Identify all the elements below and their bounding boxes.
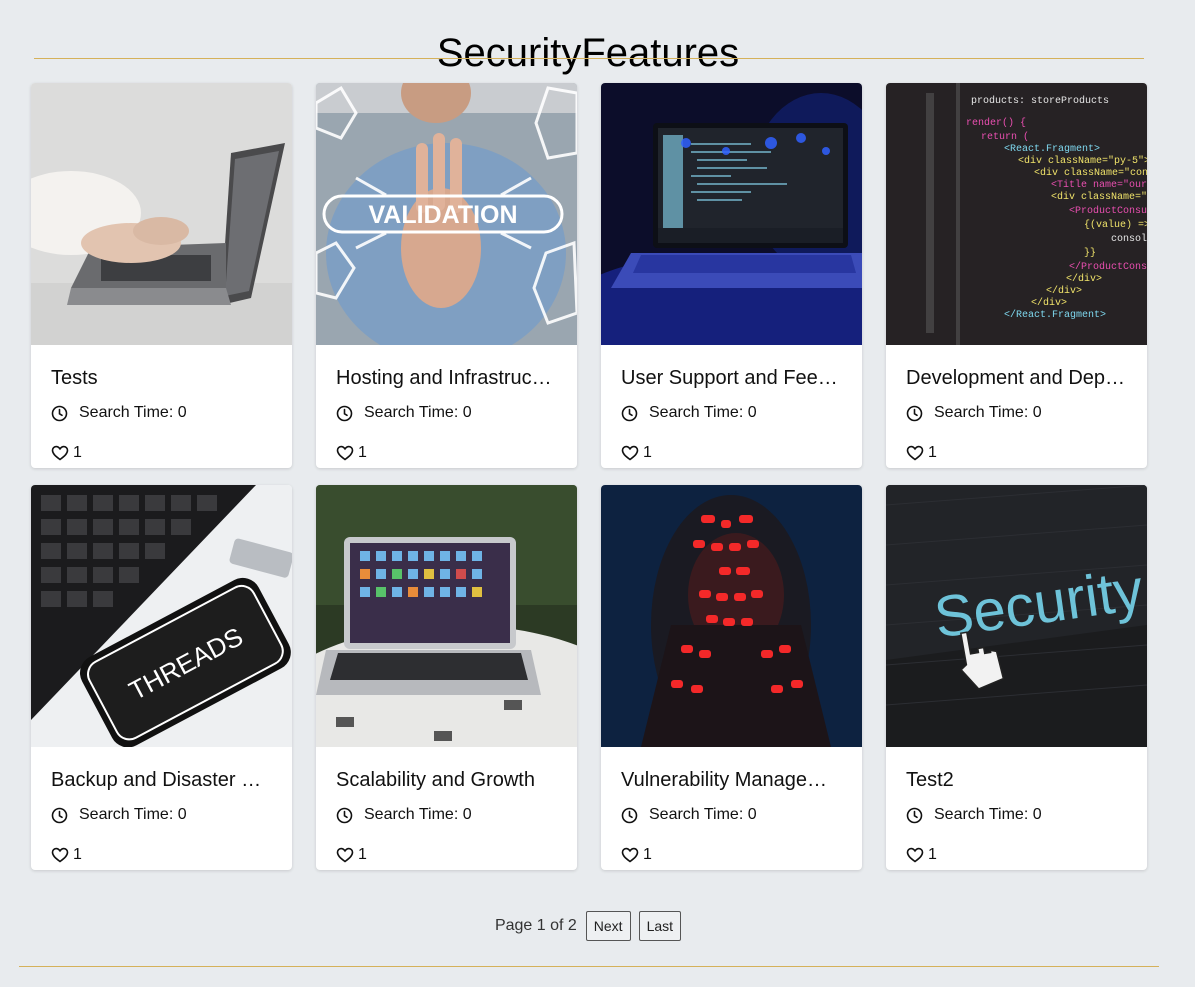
search-time-label: Search Time: 0 [649,404,757,421]
clock-icon [621,807,638,824]
feature-card[interactable]: products: storeProducts render() { retur… [886,83,1147,468]
clock-icon [336,405,353,422]
svg-text:<Title name="our": <Title name="our" [1051,179,1147,191]
card-grid: Tests Search Time: 0 1 VALIDATION Hostin… [31,83,1147,870]
like-button[interactable]: 1 [51,443,272,463]
like-count: 1 [73,444,82,461]
card-title[interactable]: User Support and Fee… [621,366,842,390]
svg-text:<div className="py-5">: <div className="py-5"> [1018,155,1147,167]
like-count: 1 [358,444,367,461]
card-title[interactable]: Test2 [906,768,1127,792]
card-image[interactable] [31,83,292,345]
heart-icon[interactable] [906,445,924,461]
like-button[interactable]: 1 [906,443,1127,463]
search-time-label: Search Time: 0 [649,806,757,823]
card-title[interactable]: Scalability and Growth [336,768,557,792]
heart-icon[interactable] [906,847,924,863]
search-time: Search Time: 0 [51,403,272,423]
top-divider [34,58,1144,59]
like-button[interactable]: 1 [336,845,557,865]
feature-card[interactable]: Tests Search Time: 0 1 [31,83,292,468]
next-page-button[interactable]: Next [585,911,631,941]
card-title[interactable]: Tests [51,366,272,390]
clock-icon [906,405,923,422]
clock-icon [336,807,353,824]
heart-icon[interactable] [51,847,69,863]
page-status: Page 1 of 2 [494,917,577,934]
card-image[interactable] [601,83,862,345]
like-button[interactable]: 1 [621,845,842,865]
svg-text:</ProductConsume: </ProductConsume [1069,261,1147,273]
like-count: 1 [928,846,937,863]
pagination: Page 1 of 2 Next Last [0,911,1176,941]
heart-icon[interactable] [621,445,639,461]
like-count: 1 [928,444,937,461]
svg-text:{(value) =>: {(value) => [1084,219,1147,231]
validation-caption: VALIDATION [368,201,517,229]
card-title[interactable]: Vulnerability Manage… [621,768,842,792]
like-count: 1 [358,846,367,863]
search-time: Search Time: 0 [51,805,272,825]
last-page-button[interactable]: Last [638,911,682,941]
page-title: SecurityFeatures [436,30,740,75]
svg-text:</React.Fragment>: </React.Fragment> [1004,309,1106,321]
heart-icon[interactable] [51,445,69,461]
card-image[interactable] [601,485,862,747]
card-image[interactable]: THREADS [31,485,292,747]
search-time-label: Search Time: 0 [364,404,472,421]
card-image[interactable]: VALIDATION [316,83,577,345]
svg-text:products: storeProducts: products: storeProducts [971,95,1109,107]
feature-card[interactable]: Scalability and Growth Search Time: 0 1 [316,485,577,870]
search-time: Search Time: 0 [621,403,842,423]
search-time: Search Time: 0 [906,403,1127,423]
search-time-label: Search Time: 0 [79,806,187,823]
card-title[interactable]: Hosting and Infrastruc… [336,366,557,390]
card-image[interactable]: products: storeProducts render() { retur… [886,83,1147,345]
svg-text:<React.Fragment>: <React.Fragment> [1004,144,1100,155]
feature-card[interactable]: User Support and Fee… Search Time: 0 1 [601,83,862,468]
card-image[interactable]: Security [886,485,1147,747]
search-time: Search Time: 0 [621,805,842,825]
card-title[interactable]: Backup and Disaster … [51,768,272,792]
heart-icon[interactable] [336,847,354,863]
search-time: Search Time: 0 [906,805,1127,825]
svg-text:</div>: </div> [1031,297,1067,309]
like-button[interactable]: 1 [51,845,272,865]
like-count: 1 [643,846,652,863]
search-time-label: Search Time: 0 [79,404,187,421]
heart-icon[interactable] [621,847,639,863]
svg-text:<ProductConsumer: <ProductConsumer [1069,205,1147,217]
svg-text:render() {: render() { [966,117,1026,129]
clock-icon [906,807,923,824]
search-time: Search Time: 0 [336,403,557,423]
svg-text:<div className="row": <div className="row" [1051,191,1147,203]
feature-card[interactable]: Security Test2 Search Time: 0 1 [886,485,1147,870]
like-button[interactable]: 1 [621,443,842,463]
like-count: 1 [643,444,652,461]
card-title[interactable]: Development and Dep… [906,366,1127,390]
svg-text:</div>: </div> [1046,285,1082,297]
clock-icon [621,405,638,422]
heart-icon[interactable] [336,445,354,461]
search-time: Search Time: 0 [336,805,557,825]
card-image[interactable] [316,485,577,747]
like-button[interactable]: 1 [336,443,557,463]
svg-text:</div>: </div> [1066,273,1102,285]
search-time-label: Search Time: 0 [934,806,1042,823]
svg-text:return (: return ( [981,131,1029,143]
feature-card[interactable]: Vulnerability Manage… Search Time: 0 1 [601,485,862,870]
svg-text:console: console [1111,233,1147,245]
clock-icon [51,405,68,422]
like-button[interactable]: 1 [906,845,1127,865]
search-time-label: Search Time: 0 [364,806,472,823]
clock-icon [51,807,68,824]
svg-text:<div className="containe: <div className="containe [1034,167,1147,179]
search-time-label: Search Time: 0 [934,404,1042,421]
feature-card[interactable]: THREADS Backup and Disaster … Search Tim… [31,485,292,870]
like-count: 1 [73,846,82,863]
bottom-divider [19,966,1159,967]
svg-text:}}: }} [1084,247,1096,259]
feature-card[interactable]: VALIDATION Hosting and Infrastruc… Searc… [316,83,577,468]
